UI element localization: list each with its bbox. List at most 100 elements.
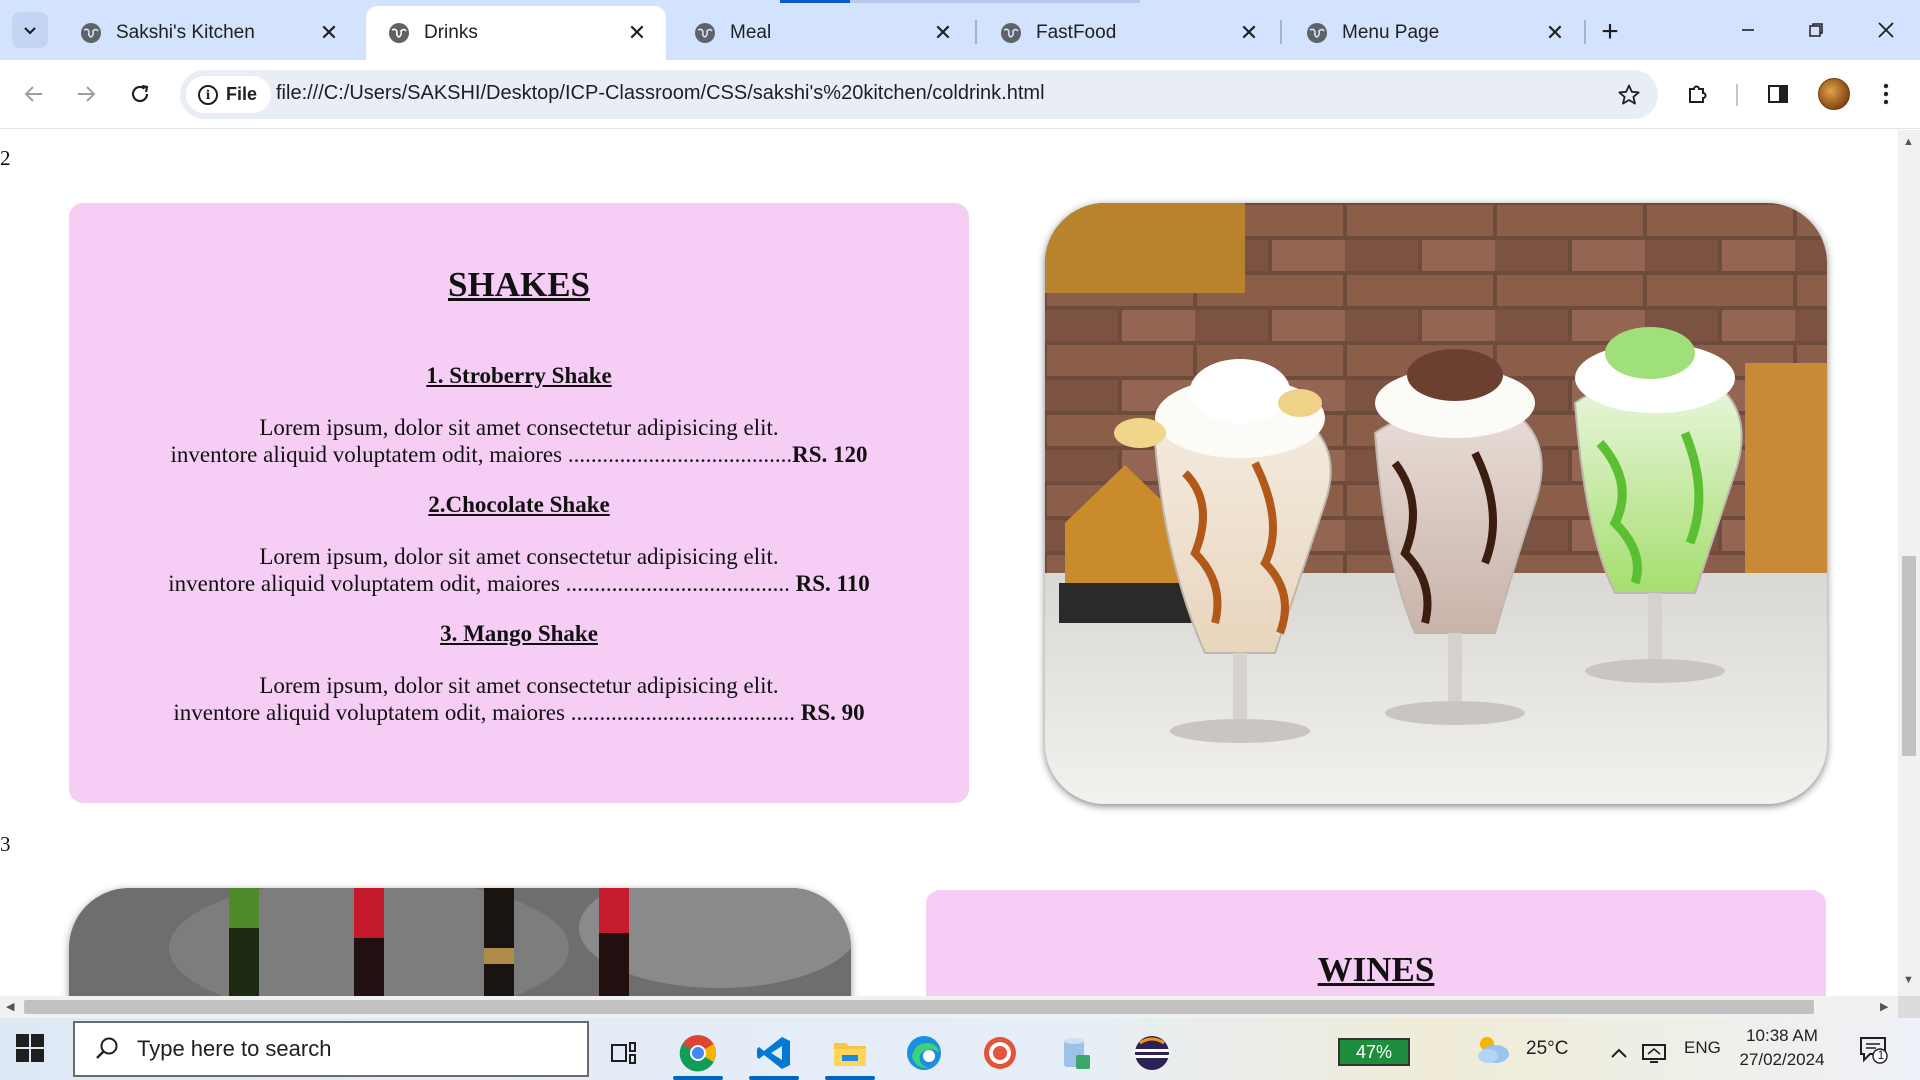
tab-drinks[interactable]: Drinks ✕ xyxy=(366,6,666,60)
vertical-scroll-thumb[interactable] xyxy=(1902,556,1916,756)
menu-item-desc-line: Lorem ipsum, dolor sit amet consectetur … xyxy=(259,415,779,440)
globe-icon xyxy=(389,23,409,43)
tab-close-icon[interactable]: ✕ xyxy=(1542,20,1568,46)
menu-item-price: RS. 110 xyxy=(789,571,870,596)
horizontal-scroll-thumb[interactable] xyxy=(24,1000,1814,1014)
globe-icon xyxy=(1001,23,1021,43)
address-bar[interactable]: i File file:///C:/Users/SAKSHI/Desktop/I… xyxy=(180,70,1658,119)
tab-sakshis-kitchen[interactable]: Sakshi's Kitchen ✕ xyxy=(58,6,358,60)
scroll-up-icon[interactable]: ▲ xyxy=(1903,136,1914,148)
toolbar-divider xyxy=(1736,84,1738,106)
menu-item-desc-text: inventore aliquid voluptatem odit, maior… xyxy=(168,571,790,596)
tab-close-icon[interactable]: ✕ xyxy=(1236,20,1262,46)
tab-title: Drinks xyxy=(424,22,478,43)
weather-button[interactable] xyxy=(1470,1022,1514,1076)
eclipse-icon xyxy=(1135,1036,1169,1070)
battery-indicator[interactable]: 47% xyxy=(1338,1038,1410,1066)
scroll-down-icon[interactable]: ▼ xyxy=(1903,974,1914,986)
restore-button[interactable] xyxy=(1782,0,1850,60)
section-number: 3 xyxy=(0,832,11,856)
windows-logo-icon xyxy=(31,1034,44,1047)
tab-close-icon[interactable]: ✕ xyxy=(930,20,956,46)
tab-separator xyxy=(1584,20,1586,44)
profile-avatar[interactable] xyxy=(1818,78,1850,110)
scrollbar-corner xyxy=(1898,996,1920,1018)
scroll-right-icon[interactable]: ▶ xyxy=(1880,1000,1888,1013)
vertical-scrollbar[interactable]: ▲ ▼ xyxy=(1898,130,1920,996)
tab-strip: Sakshi's Kitchen ✕ Drinks ✕ Meal ✕ FastF… xyxy=(0,0,1920,60)
notification-center-button[interactable]: 1 xyxy=(1858,1034,1888,1064)
url-text[interactable]: file:///C:/Users/SAKSHI/Desktop/ICP-Clas… xyxy=(276,82,1045,105)
notification-count-badge: 1 xyxy=(1877,1048,1885,1062)
tab-meal[interactable]: Meal ✕ xyxy=(672,6,972,60)
taskbar-search-box[interactable]: Type here to search xyxy=(73,1021,589,1077)
tab-close-icon[interactable]: ✕ xyxy=(316,20,342,46)
network-button[interactable] xyxy=(1636,1026,1672,1080)
shakes-heading: SHAKES xyxy=(448,265,590,304)
menu-item-description: Lorem ipsum, dolor sit amet consectetur … xyxy=(69,414,969,468)
tab-close-icon[interactable]: ✕ xyxy=(624,20,650,46)
tab-separator xyxy=(975,20,977,44)
forward-button[interactable] xyxy=(66,74,106,114)
puzzle-icon xyxy=(1689,85,1707,103)
weather-temperature[interactable]: 25°C xyxy=(1526,1038,1568,1060)
task-view-icon xyxy=(611,1042,636,1064)
tab-search-button[interactable] xyxy=(12,12,48,48)
shakes-photo xyxy=(1045,203,1827,804)
close-window-button[interactable] xyxy=(1852,0,1920,60)
menu-item-price: RS. 120 xyxy=(792,442,868,467)
edge-taskbar-button[interactable] xyxy=(893,1026,955,1080)
menu-item-desc-line: inventore aliquid voluptatem odit, maior… xyxy=(69,699,969,726)
partly-cloudy-icon xyxy=(1478,1037,1509,1063)
search-icon xyxy=(91,1033,123,1065)
site-info-chip[interactable]: i File xyxy=(186,76,272,113)
new-tab-button[interactable]: + xyxy=(1592,14,1628,50)
app-taskbar-button[interactable] xyxy=(969,1026,1031,1080)
back-button[interactable] xyxy=(14,74,54,114)
horizontal-scrollbar[interactable]: ◀ ▶ xyxy=(0,996,1898,1018)
language-indicator[interactable]: ENG xyxy=(1684,1038,1721,1058)
globe-icon xyxy=(81,23,101,43)
wine-bottles-image xyxy=(69,888,851,996)
menu-item-desc-line: inventore aliquid voluptatem odit, maior… xyxy=(69,441,969,468)
minimize-button[interactable] xyxy=(1714,0,1782,60)
show-hidden-icons-button[interactable] xyxy=(1604,1026,1634,1080)
side-panel-icon xyxy=(1768,85,1788,103)
menu-item-title: 2.Chocolate Shake xyxy=(428,492,610,517)
menu-item-price: RS. 90 xyxy=(794,700,865,725)
file-explorer-taskbar-button[interactable] xyxy=(819,1026,881,1080)
start-button[interactable] xyxy=(16,1034,46,1064)
windows-taskbar: Type here to search 47% 25°C ENG 10:38 A… xyxy=(0,1018,1920,1080)
tab-title: Sakshi's Kitchen xyxy=(116,22,255,43)
page-viewport: 2 SHAKES 1. Stroberry Shake Lorem ipsum,… xyxy=(0,130,1898,996)
network-icon xyxy=(1642,1044,1666,1063)
bookmark-star-button[interactable] xyxy=(1614,80,1644,110)
minimize-icon xyxy=(1742,29,1754,31)
tab-title: Meal xyxy=(730,22,772,43)
windows-logo-icon xyxy=(16,1049,29,1062)
tab-title: FastFood xyxy=(1036,22,1117,43)
task-view-button[interactable] xyxy=(593,1026,655,1080)
taskbar-clock[interactable]: 10:38 AM 27/02/2024 xyxy=(1728,1024,1836,1072)
chrome-icon xyxy=(679,1035,717,1072)
eclipse-taskbar-button[interactable] xyxy=(1121,1026,1183,1080)
globe-icon xyxy=(695,23,715,43)
tab-title: Menu Page xyxy=(1342,22,1440,43)
reload-button[interactable] xyxy=(120,74,160,114)
app-taskbar-button[interactable] xyxy=(1045,1026,1107,1080)
menu-item-desc-text: inventore aliquid voluptatem odit, maior… xyxy=(173,700,795,725)
vscode-taskbar-button[interactable] xyxy=(743,1026,805,1080)
shakes-card: SHAKES 1. Stroberry Shake Lorem ipsum, d… xyxy=(69,203,969,803)
tab-fastfood[interactable]: FastFood ✕ xyxy=(978,6,1278,60)
section-number: 2 xyxy=(0,146,11,170)
side-panel-button[interactable] xyxy=(1758,74,1798,114)
extensions-button[interactable] xyxy=(1678,74,1718,114)
menu-item-desc-line: Lorem ipsum, dolor sit amet consectetur … xyxy=(259,673,779,698)
vscode-icon xyxy=(757,1037,790,1069)
menu-item-title: 3. Mango Shake xyxy=(440,621,598,646)
tab-menu-page[interactable]: Menu Page ✕ xyxy=(1284,6,1584,60)
database-icon xyxy=(1064,1038,1090,1069)
scroll-left-icon[interactable]: ◀ xyxy=(6,1000,14,1013)
chrome-taskbar-button[interactable] xyxy=(667,1026,729,1080)
menu-button[interactable] xyxy=(1866,74,1906,114)
